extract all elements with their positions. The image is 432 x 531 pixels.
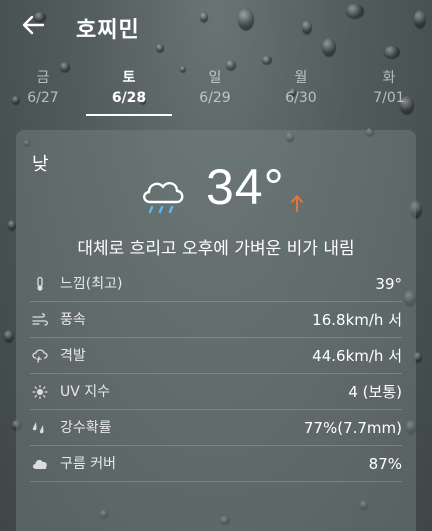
temperature-value: 34° xyxy=(206,159,285,215)
forecast-card: 낮 34° 대체로 흐리고 오후에 가벼운 비가 내림 느낌(최고) 39° 풍… xyxy=(16,130,416,531)
period-label: 낮 xyxy=(32,154,49,175)
detail-value: 16.8km/h 서 xyxy=(312,311,402,329)
tab-day-label: 화 xyxy=(382,70,396,86)
day-tabs: 금 6/27 토 6/28 일 6/29 월 6/30 화 7/01 xyxy=(0,68,432,116)
gust-icon xyxy=(32,349,48,363)
tab-day-1[interactable]: 토 6/28 xyxy=(86,68,172,116)
tab-date-label: 7/01 xyxy=(373,90,405,106)
detail-row-gust: 격발 44.6km/h 서 xyxy=(30,338,402,374)
tab-day-4[interactable]: 화 7/01 xyxy=(346,68,432,116)
detail-label: 풍속 xyxy=(60,312,86,328)
sun-icon xyxy=(32,385,48,399)
detail-row-precipitation: 강수확률 77%(7.7mm) xyxy=(30,410,402,446)
tab-day-2[interactable]: 일 6/29 xyxy=(172,68,258,116)
detail-row-uv: UV 지수 4 (보통) xyxy=(30,374,402,410)
tab-date-label: 6/30 xyxy=(285,90,317,106)
arrow-up-icon xyxy=(291,195,303,212)
raindrop xyxy=(262,56,272,64)
thermometer-icon xyxy=(37,277,43,291)
raindrop xyxy=(8,220,16,230)
tab-day-0[interactable]: 금 6/27 xyxy=(0,68,86,116)
page-title: 호찌민 xyxy=(76,18,140,43)
tab-day-label: 일 xyxy=(208,70,222,86)
detail-value: 39° xyxy=(375,275,402,293)
detail-label: 격발 xyxy=(60,348,86,364)
detail-label: UV 지수 xyxy=(60,384,111,400)
back-arrow-icon[interactable] xyxy=(20,12,46,38)
detail-value: 4 (보통) xyxy=(348,383,402,401)
details-list: 느낌(최고) 39° 풍속 16.8km/h 서 격발 44.6km/h 서 U… xyxy=(30,266,402,482)
detail-value: 87% xyxy=(368,455,402,473)
detail-value: 44.6km/h 서 xyxy=(312,347,402,365)
detail-row-feels-like: 느낌(최고) 39° xyxy=(30,266,402,302)
tab-day-label: 월 xyxy=(294,70,308,86)
tab-date-label: 6/29 xyxy=(199,90,231,106)
tab-date-label: 6/28 xyxy=(111,90,147,106)
cloud-icon xyxy=(32,459,47,469)
rain-drops-icon xyxy=(32,422,44,434)
raindrop xyxy=(4,330,14,342)
detail-row-wind: 풍속 16.8km/h 서 xyxy=(30,302,402,338)
detail-label: 구름 커버 xyxy=(60,456,116,472)
tab-day-label: 토 xyxy=(122,70,136,86)
tab-date-label: 6/27 xyxy=(27,90,59,106)
detail-label: 강수확률 xyxy=(60,420,112,436)
tab-day-label: 금 xyxy=(36,70,50,86)
detail-row-cloud-cover: 구름 커버 87% xyxy=(30,446,402,482)
detail-label: 느낌(최고) xyxy=(60,276,123,292)
app-header: 호찌민 xyxy=(0,0,432,52)
wind-icon xyxy=(32,313,48,326)
weather-description: 대체로 흐리고 오후에 가벼운 비가 내림 xyxy=(77,239,355,259)
cloud-rain-icon xyxy=(143,182,184,214)
tab-day-3[interactable]: 월 6/30 xyxy=(258,68,344,116)
detail-value: 77%(7.7mm) xyxy=(303,419,402,437)
